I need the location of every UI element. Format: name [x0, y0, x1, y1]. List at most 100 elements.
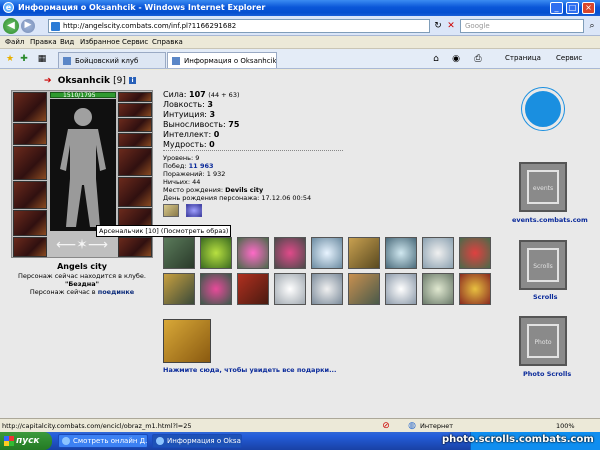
photo-scrolls-link[interactable]: Photo Scrolls: [523, 370, 571, 378]
equipment-slot-ring-3[interactable]: [118, 133, 152, 147]
gift-item[interactable]: [459, 237, 491, 269]
wins-link[interactable]: 11 963: [189, 162, 214, 170]
equipment-slot-ring-1[interactable]: [118, 103, 152, 117]
gift-item[interactable]: [237, 237, 269, 269]
ie-logo-icon: e: [3, 2, 14, 13]
tab-favicon-icon: [172, 57, 180, 65]
close-button[interactable]: ×: [582, 2, 595, 14]
all-gifts-link[interactable]: Нажмите сюда, чтобы увидеть все подарки.…: [163, 366, 336, 374]
equipment-slot-ring-2[interactable]: [118, 118, 152, 132]
scrolls-link[interactable]: Scrolls: [533, 293, 558, 301]
search-input[interactable]: Google: [460, 19, 584, 33]
stat-agility: Ловкость: 3: [163, 100, 213, 109]
gift-item[interactable]: [274, 237, 306, 269]
menu-edit[interactable]: Правка: [30, 38, 57, 46]
character-name: Oksanhcik: [57, 76, 110, 86]
menu-favorites[interactable]: Избранное: [80, 38, 120, 46]
info-losses: Поражений: 1 932: [163, 170, 226, 178]
events-link[interactable]: events.combats.com: [512, 216, 588, 224]
stat-endurance: Выносливость: 75: [163, 120, 240, 129]
location-text: Персонаж сейчас находится в клубе.: [18, 272, 146, 280]
address-url: http://angelscity.combats.com/inf.pl?116…: [63, 22, 237, 30]
maximize-button[interactable]: □: [566, 2, 579, 14]
minimize-button[interactable]: _: [550, 2, 563, 14]
character-name-line: ➔ Oksanhcik [9] i: [44, 76, 137, 86]
gift-item[interactable]: [200, 237, 232, 269]
scrolls-banner[interactable]: Scrolls: [519, 240, 567, 290]
info-birthday: День рождения персонажа: 17.12.06 00:54: [163, 194, 312, 202]
back-button[interactable]: ◀: [3, 18, 19, 34]
page-favicon-icon: [51, 22, 60, 31]
character-image[interactable]: [50, 99, 116, 231]
add-favorite-icon[interactable]: ✚: [18, 53, 30, 65]
private-message-arrow-icon[interactable]: ➔: [44, 76, 52, 86]
internet-zone-icon: ◍: [408, 421, 416, 431]
home-icon[interactable]: ⌂: [430, 53, 442, 65]
menu-tools[interactable]: Сервис: [122, 38, 148, 46]
forward-button[interactable]: ▶: [21, 19, 35, 33]
shield-badge-icon[interactable]: [186, 204, 202, 217]
info-wins: Побед: 11 963: [163, 162, 214, 170]
character-silhouette-icon: [60, 108, 106, 227]
gift-item[interactable]: [311, 273, 343, 305]
stat-intuition: Интуиция: 3: [163, 110, 216, 119]
page-menu[interactable]: Страница: [505, 54, 541, 62]
tools-menu[interactable]: Сервис: [556, 54, 582, 62]
equipment-slot-armor[interactable]: [13, 210, 47, 236]
equipment-slot-helmet[interactable]: [13, 92, 47, 122]
search-icon[interactable]: ⌕: [586, 20, 598, 32]
tab-fight-club[interactable]: Бойцовский клуб: [58, 52, 166, 68]
ie-taskbar-icon: [62, 437, 70, 445]
print-icon[interactable]: ⎙: [472, 53, 484, 65]
favorites-star-icon[interactable]: ★: [4, 53, 16, 65]
gift-box-image[interactable]: [163, 319, 211, 363]
gift-item[interactable]: [385, 237, 417, 269]
watermark: photo.scrolls.combats.com: [442, 434, 594, 445]
gift-item[interactable]: [237, 273, 269, 305]
battle-link[interactable]: поединке: [98, 288, 134, 296]
gift-item[interactable]: [200, 273, 232, 305]
zoom-level[interactable]: 100%: [556, 422, 575, 430]
gift-item[interactable]: [163, 273, 195, 305]
equipment-slot-bracers[interactable]: [13, 181, 47, 209]
menu-view[interactable]: Вид: [60, 38, 74, 46]
gift-item[interactable]: [385, 273, 417, 305]
tab-list-icon[interactable]: ▦: [36, 53, 48, 65]
equipment-slot-shield[interactable]: [118, 177, 152, 207]
events-badge-icon: events: [527, 170, 559, 204]
gift-item[interactable]: [422, 237, 454, 269]
address-input[interactable]: http://angelscity.combats.com/inf.pl?116…: [48, 19, 430, 33]
equipment-slot-weapon[interactable]: [13, 146, 47, 180]
equipment-slot-earrings[interactable]: [13, 123, 47, 145]
taskbar-item[interactable]: Смотреть онлайн Д...: [58, 434, 148, 448]
gift-item[interactable]: [311, 237, 343, 269]
gift-item[interactable]: [274, 273, 306, 305]
photo-scrolls-banner[interactable]: Photo: [519, 316, 567, 366]
taskbar-item[interactable]: Информация о Oksa...: [152, 434, 242, 448]
image-tooltip: Арсенальчик [10] (Посмотреть образ): [96, 225, 232, 237]
feeds-icon[interactable]: ◉: [450, 53, 462, 65]
scrolls-badge-icon: Scrolls: [527, 248, 559, 282]
equipment-slot-boots[interactable]: [118, 237, 152, 257]
start-button[interactable]: пуск: [0, 432, 52, 450]
gift-item[interactable]: [459, 273, 491, 305]
angels-city-logo-icon[interactable]: [522, 88, 564, 130]
menu-file[interactable]: Файл: [5, 38, 24, 46]
tab-character-info[interactable]: Информация о Oksanhcik: [167, 52, 277, 68]
gift-item[interactable]: [163, 237, 195, 269]
status-url: http://capitalcity.combats.com/encicl/ob…: [2, 422, 192, 430]
character-info-icon[interactable]: i: [129, 77, 137, 84]
status-bar: http://capitalcity.combats.com/encicl/ob…: [0, 418, 600, 432]
scroll-badge-icon[interactable]: [163, 204, 179, 217]
menu-help[interactable]: Справка: [152, 38, 183, 46]
stat-wisdom: Мудрость: 0: [163, 140, 215, 149]
refresh-icon[interactable]: ↻: [432, 20, 444, 32]
equipment-slot-gloves[interactable]: [118, 148, 152, 176]
gift-item[interactable]: [348, 273, 380, 305]
equipment-slot-amulet[interactable]: [118, 92, 152, 102]
gift-item[interactable]: [348, 237, 380, 269]
events-banner[interactable]: events: [519, 162, 567, 212]
equipment-slot-belt[interactable]: [13, 237, 47, 257]
gift-item[interactable]: [422, 273, 454, 305]
stop-icon[interactable]: ✕: [445, 20, 457, 32]
